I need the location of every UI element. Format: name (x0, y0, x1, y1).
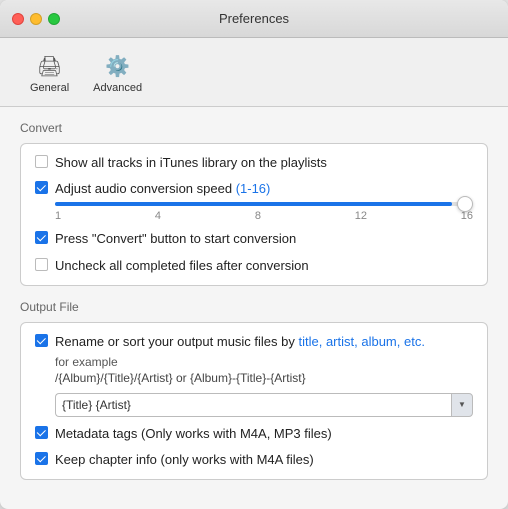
tab-general[interactable]: 🖨 General (20, 48, 79, 98)
show-all-tracks-row: Show all tracks in iTunes library on the… (35, 154, 473, 172)
template-text: /{Album}/{Title}/{Artist} or {Album}-{Ti… (55, 371, 473, 385)
content-area: Convert Show all tracks in iTunes librar… (0, 107, 508, 509)
maximize-button[interactable] (48, 13, 60, 25)
metadata-checkbox[interactable] (35, 426, 48, 439)
advanced-icon: ⚙️ (104, 52, 132, 80)
convert-section-box: Show all tracks in iTunes library on the… (20, 143, 488, 286)
close-button[interactable] (12, 13, 24, 25)
output-input-field[interactable] (55, 393, 451, 417)
slider-label-4: 4 (155, 210, 161, 222)
slider-fill (55, 202, 452, 206)
metadata-row: Metadata tags (Only works with M4A, MP3 … (35, 425, 473, 443)
advanced-label: Advanced (93, 82, 142, 94)
window-title: Preferences (219, 11, 289, 26)
tab-advanced[interactable]: ⚙️ Advanced (83, 48, 152, 98)
adjust-speed-row: Adjust audio conversion speed (1-16) (35, 180, 473, 198)
chapter-checkbox[interactable] (35, 452, 48, 465)
uncheck-completed-row: Uncheck all completed files after conver… (35, 257, 473, 275)
rename-text: Rename or sort your output music files b… (55, 334, 299, 349)
rename-label: Rename or sort your output music files b… (55, 333, 425, 351)
press-convert-label: Press "Convert" button to start conversi… (55, 230, 296, 248)
preferences-window: Preferences 🖨 General ⚙️ Advanced Conver… (0, 0, 508, 509)
rename-checkbox[interactable] (35, 334, 48, 347)
general-label: General (30, 82, 69, 94)
show-all-tracks-checkbox[interactable] (35, 155, 48, 168)
uncheck-completed-checkbox[interactable] (35, 258, 48, 271)
minimize-button[interactable] (30, 13, 42, 25)
output-input-row (55, 393, 473, 417)
slider-label-1: 1 (55, 210, 61, 222)
speed-slider-container: 1 4 8 12 16 (55, 202, 473, 222)
general-icon: 🖨 (36, 52, 64, 80)
rename-highlight: title, artist, album, etc. (299, 334, 425, 349)
slider-labels: 1 4 8 12 16 (55, 210, 473, 222)
toolbar: 🖨 General ⚙️ Advanced (0, 38, 508, 107)
press-convert-row: Press "Convert" button to start conversi… (35, 230, 473, 248)
show-all-tracks-label: Show all tracks in iTunes library on the… (55, 154, 327, 172)
for-example-label: for example (55, 355, 473, 369)
traffic-lights (12, 13, 60, 25)
output-section-label: Output File (20, 300, 488, 314)
convert-section-label: Convert (20, 121, 488, 135)
titlebar: Preferences (0, 0, 508, 38)
adjust-speed-highlight: (1-16) (236, 181, 271, 196)
adjust-speed-text-plain: Adjust audio conversion speed (55, 181, 236, 196)
chapter-row: Keep chapter info (only works with M4A f… (35, 451, 473, 469)
output-dropdown-button[interactable] (451, 393, 473, 417)
metadata-label: Metadata tags (Only works with M4A, MP3 … (55, 425, 332, 443)
slider-label-16: 16 (461, 210, 473, 222)
adjust-speed-label: Adjust audio conversion speed (1-16) (55, 180, 270, 198)
slider-track[interactable] (55, 202, 473, 206)
press-convert-checkbox[interactable] (35, 231, 48, 244)
slider-label-8: 8 (255, 210, 261, 222)
slider-label-12: 12 (355, 210, 367, 222)
output-section-box: Rename or sort your output music files b… (20, 322, 488, 481)
uncheck-completed-label: Uncheck all completed files after conver… (55, 257, 309, 275)
rename-row: Rename or sort your output music files b… (35, 333, 473, 351)
chapter-label: Keep chapter info (only works with M4A f… (55, 451, 314, 469)
adjust-speed-checkbox[interactable] (35, 181, 48, 194)
